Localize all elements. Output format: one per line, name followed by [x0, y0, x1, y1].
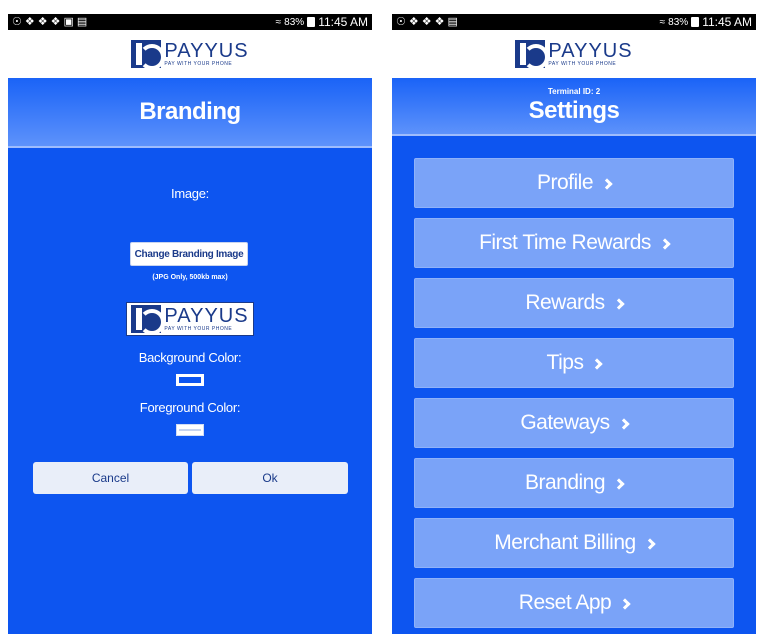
page-header: Terminal ID: 2 Settings: [392, 78, 756, 136]
twitter-icon: ❖: [434, 15, 445, 28]
payyus-mark-icon: [515, 40, 546, 68]
settings-item-label: Rewards: [525, 291, 605, 314]
chevron-right-icon: [619, 598, 631, 610]
chevron-right-icon: [613, 478, 625, 490]
branding-screen: ☉ ❖ ❖ ❖ ▣ ▤ ≈ 83% 11:45 AM PAYYUS PAY WI…: [8, 14, 372, 634]
settings-screen: ☉ ❖ ❖ ❖ ▤ ≈ 83% 11:45 AM PAYYUS PAY WITH…: [392, 14, 756, 634]
status-right: ≈ 83% 11:45 AM: [660, 15, 752, 29]
chevron-right-icon: [613, 298, 625, 310]
wifi-icon: ≈: [275, 16, 282, 28]
twitter-icon: ❖: [24, 15, 35, 28]
logo-name: PAYYUS: [164, 40, 249, 62]
logo-bar: PAYYUS PAY WITH YOUR PHONE: [8, 30, 372, 78]
foreground-color-label: Foreground Color:: [139, 400, 241, 415]
settings-item-label: Branding: [524, 471, 606, 494]
settings-item-label: Profile: [536, 171, 594, 194]
settings-item-branding[interactable]: Branding: [414, 458, 734, 508]
notification-icons: ☉ ❖ ❖ ❖ ▣ ▤: [12, 15, 88, 28]
settings-item-profile[interactable]: Profile: [414, 158, 734, 208]
settings-item-label: Gateways: [520, 411, 610, 434]
notification-icons: ☉ ❖ ❖ ❖ ▤: [396, 15, 458, 28]
settings-item-merchant-billing[interactable]: Merchant Billing: [414, 518, 734, 568]
battery-icon: [691, 17, 700, 27]
preview-logo-tagline: PAY WITH YOUR PHONE: [164, 326, 233, 332]
background-color-label: Background Color:: [138, 350, 242, 365]
battery-percent: 83%: [668, 16, 689, 28]
branding-content: Branding Image: Change Branding Image (J…: [8, 78, 372, 634]
preview-logo-name: PAYYUS: [164, 305, 249, 327]
image-hint: (JPG Only, 500kb max): [152, 274, 228, 281]
settings-item-label: Tips: [546, 351, 584, 374]
notification-icon: ☉: [12, 15, 22, 28]
wifi-icon: ≈: [659, 16, 666, 28]
twitter-icon: ❖: [421, 15, 432, 28]
bag-icon: ▤: [447, 15, 458, 28]
terminal-id: Terminal ID: 2: [547, 87, 601, 96]
settings-item-tips[interactable]: Tips: [414, 338, 734, 388]
payyus-mark-icon: [131, 305, 162, 333]
branding-image-preview: PAYYUS PAY WITH YOUR PHONE: [126, 302, 254, 336]
settings-item-reset-app[interactable]: Reset App: [414, 578, 734, 628]
background-color-swatch[interactable]: [176, 374, 204, 386]
payyus-mark-icon: [131, 40, 162, 68]
chevron-right-icon: [591, 358, 604, 370]
status-right: ≈ 83% 11:45 AM: [276, 15, 368, 29]
settings-item-label: Merchant Billing: [494, 531, 636, 554]
ok-button[interactable]: Ok: [192, 462, 348, 494]
settings-item-rewards[interactable]: Rewards: [414, 278, 734, 328]
chevron-right-icon: [601, 178, 613, 190]
battery-icon: [307, 17, 316, 27]
settings-item-label: First Time Rewards: [479, 231, 651, 254]
settings-item-first-time-rewards[interactable]: First Time Rewards: [414, 218, 734, 268]
chevron-right-icon: [644, 538, 656, 550]
status-bar: ☉ ❖ ❖ ❖ ▤ ≈ 83% 11:45 AM: [392, 14, 756, 30]
change-branding-image-button[interactable]: Change Branding Image: [130, 242, 248, 266]
battery-percent: 83%: [284, 16, 305, 28]
clock: 11:45 AM: [702, 15, 752, 29]
clock: 11:45 AM: [318, 15, 368, 29]
logo-tagline: PAY WITH YOUR PHONE: [164, 61, 233, 67]
status-bar: ☉ ❖ ❖ ❖ ▣ ▤ ≈ 83% 11:45 AM: [8, 14, 372, 30]
notification-icon: ☉: [396, 15, 406, 28]
twitter-icon: ❖: [408, 15, 419, 28]
page-title: Settings: [528, 97, 620, 124]
image-label: Image:: [171, 186, 209, 201]
payyus-logo: PAYYUS PAY WITH YOUR PHONE: [515, 40, 632, 68]
preview-logo: PAYYUS PAY WITH YOUR PHONE: [131, 305, 248, 333]
twitter-icon: ❖: [50, 15, 61, 28]
logo-tagline: PAY WITH YOUR PHONE: [548, 61, 617, 67]
settings-content: Terminal ID: 2 Settings Profile First Ti…: [392, 78, 756, 634]
chevron-right-icon: [618, 418, 630, 430]
logo-bar: PAYYUS PAY WITH YOUR PHONE: [392, 30, 756, 78]
chevron-right-icon: [659, 238, 671, 250]
settings-item-gateways[interactable]: Gateways: [414, 398, 734, 448]
settings-item-label: Reset App: [518, 591, 612, 614]
image-icon: ▣: [63, 15, 74, 28]
foreground-color-swatch[interactable]: [176, 424, 204, 436]
bag-icon: ▤: [76, 15, 88, 28]
payyus-logo: PAYYUS PAY WITH YOUR PHONE: [131, 40, 248, 68]
cancel-button[interactable]: Cancel: [33, 462, 188, 494]
twitter-icon: ❖: [37, 15, 48, 28]
page-title: Branding: [139, 98, 241, 125]
page-header: Branding: [8, 78, 372, 148]
logo-name: PAYYUS: [548, 40, 633, 62]
